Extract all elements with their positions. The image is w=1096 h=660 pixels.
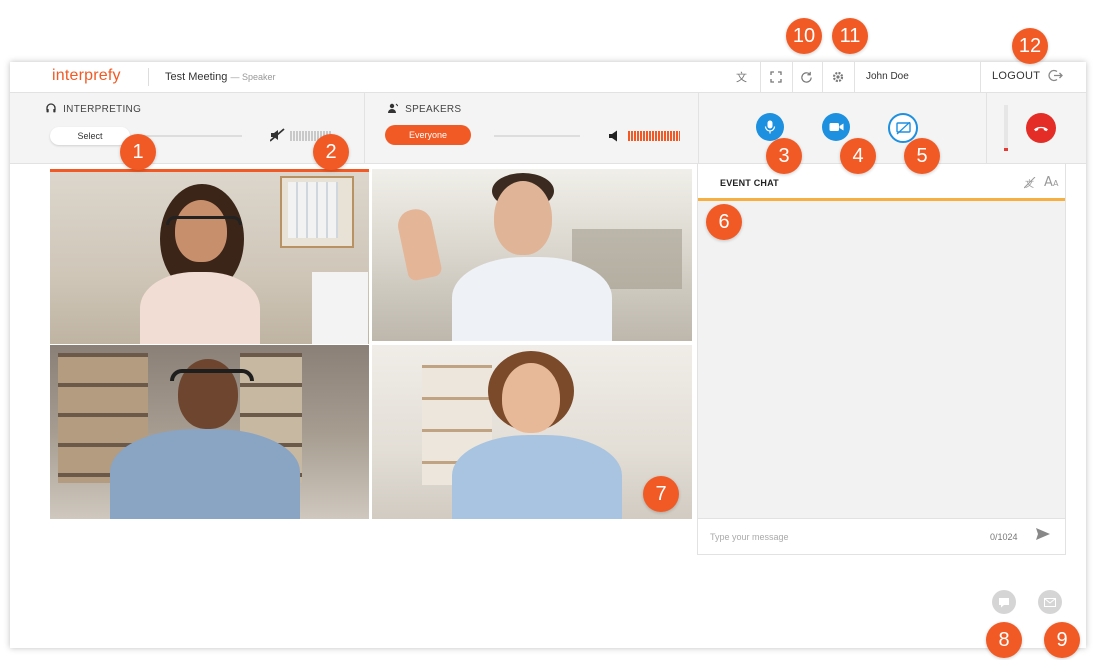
translate-icon[interactable]: 文 [734,69,750,85]
chat-title: EVENT CHAT [720,178,779,188]
speakers-title: SPEAKERS [405,104,462,115]
callout-badge-9: 9 [1044,622,1080,658]
svg-text:A: A [1053,179,1059,187]
interpreting-volume-slider[interactable] [142,135,242,137]
logout-button[interactable]: LOGOUT [992,70,1040,82]
callout-badge-6: 6 [706,204,742,240]
divider [980,62,981,92]
callout-badge-2: 2 [313,134,349,170]
camera-icon [829,123,843,131]
divider [364,93,365,163]
video-tile[interactable] [50,345,369,519]
speakers-volume-slider[interactable] [494,135,580,137]
speakers-section: SPEAKERS [388,103,461,115]
chat-header: EVENT CHAT 文 AA [698,164,1065,201]
feedback-button[interactable] [992,590,1016,614]
callout-badge-4: 4 [840,138,876,174]
event-chat-panel: EVENT CHAT 文 AA Type your message 0/1024 [697,163,1066,555]
svg-text:文: 文 [736,70,747,84]
character-counter: 0/1024 [990,532,1018,542]
shirt [452,435,622,519]
svg-text:A: A [1044,175,1053,187]
speaker-muted-icon[interactable] [269,128,286,145]
camera-button[interactable] [822,113,850,141]
callout-badge-1: 1 [120,134,156,170]
printer [312,272,368,344]
microphone-button[interactable] [756,113,784,141]
shirt [110,429,300,519]
envelope-icon [1044,597,1056,607]
screen-share-button[interactable] [888,113,918,143]
send-icon[interactable] [1036,528,1050,543]
headphones-icon [46,103,56,113]
callout-badge-10: 10 [786,18,822,54]
meeting-title: Test Meeting — Speaker [165,71,275,83]
headset [166,216,242,225]
speaker-volume-icon[interactable] [608,129,622,147]
video-grid [50,169,692,519]
top-bar: interprefy Test Meeting — Speaker 文 John… [10,62,1086,93]
divider [760,62,761,92]
divider [792,62,793,92]
chat-bubble-icon [999,597,1009,607]
video-tile[interactable] [372,169,692,341]
shirt [140,272,260,344]
message-button[interactable] [1038,590,1062,614]
microphone-icon [764,120,776,134]
face [494,181,552,255]
interprefy-logo: interprefy [52,67,121,84]
shirt [452,257,612,341]
chat-input-bar: Type your message 0/1024 [698,518,1065,554]
fullscreen-icon[interactable] [768,69,784,85]
callout-badge-12: 12 [1012,28,1048,64]
video-tile[interactable] [50,169,369,344]
divider [822,62,823,92]
font-size-icon[interactable]: AA [1044,174,1060,190]
callout-badge-3: 3 [766,138,802,174]
logout-icon[interactable] [1048,68,1063,86]
speaker-person-icon [388,103,399,113]
headset [170,369,254,381]
binders [288,182,338,238]
mic-level-meter [1004,105,1008,151]
user-name: John Doe [866,71,909,82]
callout-badge-8: 8 [986,622,1022,658]
translate-off-icon[interactable]: 文 [1023,176,1036,194]
hang-up-button[interactable] [1026,113,1056,143]
divider [854,62,855,92]
divider [148,68,149,86]
meeting-role: — Speaker [230,72,276,82]
speakers-volume-meter [628,131,680,141]
speakers-select[interactable]: Everyone [385,125,471,145]
phone-hangup-icon [1034,126,1048,132]
chat-message-input[interactable]: Type your message [710,532,789,542]
screen-share-icon [895,121,911,134]
face [175,200,227,262]
interpreting-section: INTERPRETING [46,103,141,115]
divider [986,93,987,163]
divider [698,93,699,163]
callout-badge-5: 5 [904,138,940,174]
refresh-icon[interactable] [798,69,814,85]
gear-icon[interactable] [830,69,846,85]
callout-badge-11: 11 [832,18,868,54]
meeting-name: Test Meeting [165,71,228,83]
interpreting-title: INTERPRETING [63,104,142,115]
mic-level-fill [1004,148,1008,151]
callout-badge-7: 7 [643,476,679,512]
face [502,363,560,433]
interpreting-language-select[interactable]: Select [50,127,130,145]
